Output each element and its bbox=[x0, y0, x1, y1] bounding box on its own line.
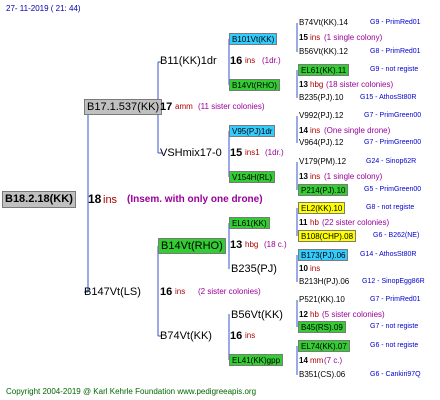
gen4-origin-16: G6 - Cankiri97Q bbox=[370, 371, 421, 378]
root-mating: ins bbox=[103, 194, 118, 206]
gen3-note-7: (5 sister colonies) bbox=[322, 310, 385, 319]
gen2-note-2: (1dr.) bbox=[265, 148, 284, 157]
gen2-mating-1: ins bbox=[245, 56, 256, 65]
generated-date: 27- 11-2019 ( 21: 44) bbox=[6, 4, 81, 13]
gen4-origin-10: G6 - B262(NE) bbox=[373, 232, 420, 239]
gen4-origin-5: G7 - PrimGreen00 bbox=[364, 112, 422, 119]
gen3-generation-3: 14 bbox=[299, 126, 308, 135]
gen4-queen-4[interactable]: B235(PJ).10 bbox=[299, 93, 343, 103]
gen2-note-1: (1dr.) bbox=[262, 56, 281, 65]
gen4-origin-3: G9 - not registe bbox=[370, 66, 419, 73]
gen3-generation-6: 10 bbox=[299, 264, 308, 273]
gen2-mating-3: hbg bbox=[245, 240, 259, 249]
gen3-mating-4: ins bbox=[310, 172, 321, 181]
gen4-origin-11: G14 - AthosSt80R bbox=[360, 251, 417, 258]
gen3-note-5: (22 sister colonies) bbox=[322, 218, 390, 227]
gen2-generation-3: 13 bbox=[230, 239, 243, 251]
gen2-generation-1: 16 bbox=[230, 55, 243, 67]
gen4-queen-11[interactable]: B173(PJ).06 bbox=[298, 249, 349, 261]
gen3-note-1: (1 single colony) bbox=[324, 33, 383, 42]
gen3-note-8: (7 c.) bbox=[324, 356, 343, 365]
gen3-queen-7[interactable]: B56Vt(KK) bbox=[231, 308, 283, 322]
gen2-queen-2[interactable]: VSHmix17-0 bbox=[160, 146, 222, 160]
root-queen[interactable]: B18.2.18(KK) bbox=[2, 191, 76, 208]
gen3-generation-5: 11 bbox=[299, 218, 308, 227]
sire-note: (11 sister colonies) bbox=[198, 102, 265, 111]
dam-generation: 16 bbox=[160, 286, 173, 298]
gen3-generation-2: 13 bbox=[299, 80, 308, 89]
dam-note: (2 sister colonies) bbox=[198, 287, 261, 296]
gen4-origin-2: G8 - PrimRed01 bbox=[370, 48, 421, 55]
gen4-queen-6[interactable]: V964(PJ).12 bbox=[299, 138, 343, 148]
gen3-generation-8: 14 bbox=[299, 356, 308, 365]
gen4-origin-15: G6 - not registe bbox=[370, 342, 419, 349]
gen3-queen-3[interactable]: V95(PJ)1dr bbox=[229, 125, 276, 137]
gen3-queen-1[interactable]: B101Vt(KK) bbox=[229, 33, 278, 45]
gen4-queen-10[interactable]: B108(CHP).08 bbox=[298, 230, 357, 242]
gen3-mating-2: hbg bbox=[310, 80, 324, 89]
gen3-generation-7: 12 bbox=[299, 310, 308, 319]
gen2-queen-3[interactable]: B14Vt(RHO) bbox=[158, 238, 226, 254]
gen4-queen-13[interactable]: P521(KK).10 bbox=[299, 295, 345, 305]
gen3-note-4: (1 single colony) bbox=[324, 172, 383, 181]
gen3-note-3: (One single drone) bbox=[324, 126, 391, 135]
gen4-queen-3[interactable]: EL61(KK).11 bbox=[298, 64, 350, 76]
gen4-origin-4: G15 - AthosSt80R bbox=[360, 94, 417, 101]
gen2-mating-4: ins bbox=[245, 331, 256, 340]
gen3-queen-5[interactable]: EL61(KK) bbox=[229, 217, 270, 229]
gen4-queen-12[interactable]: B213H(PJ).06 bbox=[299, 277, 349, 287]
gen4-origin-13: G7 - PrimRed01 bbox=[370, 296, 421, 303]
gen4-origin-14: G7 - not registe bbox=[370, 323, 419, 330]
gen4-origin-8: G5 - PrimGreen00 bbox=[364, 186, 422, 193]
gen4-origin-7: G24 - Sinop62R bbox=[366, 158, 417, 165]
gen4-queen-5[interactable]: V992(PJ).12 bbox=[299, 111, 343, 121]
pedigree-canvas: 27- 11-2019 ( 21: 44) B18.2.18(KK) 18 in… bbox=[0, 0, 440, 400]
gen4-origin-9: G8 - not registe bbox=[366, 204, 415, 211]
gen3-queen-8[interactable]: EL41(KK)gpp bbox=[229, 354, 284, 366]
root-note: (Insem. with only one drone) bbox=[127, 194, 263, 205]
gen3-mating-6: ins bbox=[310, 264, 321, 273]
gen4-origin-6: G7 - PrimGreen00 bbox=[364, 139, 422, 146]
gen3-note-2: (18 sister colonies) bbox=[326, 80, 394, 89]
gen2-queen-1[interactable]: B11(KK)1dr bbox=[160, 54, 217, 68]
copyright-footer: Copyright 2004-2019 @ Karl Kehrle Founda… bbox=[6, 387, 257, 396]
gen4-queen-1[interactable]: B74Vt(KK).14 bbox=[299, 18, 348, 28]
gen4-queen-15[interactable]: EL74(KK).07 bbox=[298, 340, 350, 352]
gen3-queen-4[interactable]: V154H(RL) bbox=[229, 171, 276, 183]
dam-mating: ins bbox=[175, 287, 186, 296]
gen3-mating-5: hb bbox=[310, 218, 319, 227]
gen3-mating-7: hb bbox=[310, 310, 319, 319]
sire-generation: 17 bbox=[160, 101, 173, 113]
gen4-queen-16[interactable]: B351(CS).06 bbox=[299, 370, 345, 380]
gen4-queen-9[interactable]: EL2(KK).10 bbox=[298, 202, 346, 214]
gen3-mating-1: ins bbox=[310, 33, 321, 42]
gen2-generation-2: 15 bbox=[230, 147, 243, 159]
gen3-mating-8: mm bbox=[310, 356, 324, 365]
root-generation: 18 bbox=[88, 192, 102, 206]
gen4-queen-14[interactable]: B45(RS).09 bbox=[298, 321, 346, 333]
dam-queen[interactable]: B147Vt(LS) bbox=[84, 285, 141, 299]
gen4-queen-8[interactable]: P214(PJ).10 bbox=[298, 184, 349, 196]
gen4-queen-2[interactable]: B56Vt(KK).12 bbox=[299, 47, 348, 57]
gen2-generation-4: 16 bbox=[230, 330, 243, 342]
gen3-mating-3: ins bbox=[310, 126, 321, 135]
sire-queen[interactable]: B17.1.537(KK) bbox=[84, 99, 163, 115]
gen3-generation-4: 13 bbox=[299, 172, 308, 181]
gen4-origin-1: G9 - PrimRed01 bbox=[370, 19, 421, 26]
gen2-note-3: (18 c.) bbox=[264, 240, 287, 249]
gen4-origin-12: G12 - SinopEgg86R bbox=[362, 278, 425, 285]
gen2-queen-4[interactable]: B74Vt(KK) bbox=[160, 329, 212, 343]
gen3-queen-2[interactable]: B14Vt(RHO) bbox=[229, 79, 280, 91]
gen2-mating-2: ins1 bbox=[245, 148, 260, 157]
gen4-queen-7[interactable]: V179(PM).12 bbox=[299, 157, 346, 167]
gen3-generation-1: 15 bbox=[299, 33, 308, 42]
gen3-queen-6[interactable]: B235(PJ) bbox=[231, 262, 277, 276]
sire-mating: amm bbox=[175, 102, 193, 111]
